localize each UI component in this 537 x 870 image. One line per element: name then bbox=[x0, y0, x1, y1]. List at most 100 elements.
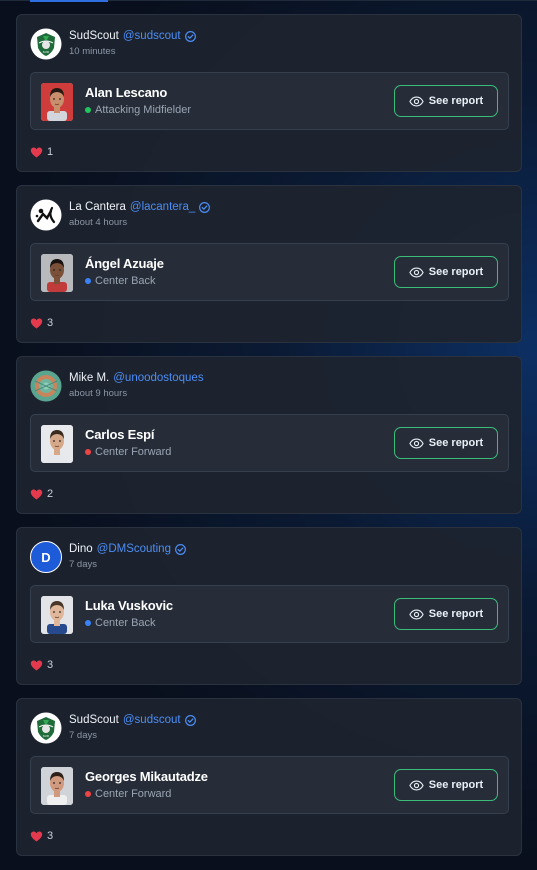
see-report-button[interactable]: See report bbox=[394, 427, 498, 459]
see-report-label: See report bbox=[428, 95, 484, 107]
position-dot-icon bbox=[85, 449, 91, 455]
see-report-button[interactable]: See report bbox=[394, 256, 498, 288]
report-card: Mike M. @unoodostoques about 9 hours Carlos… bbox=[16, 356, 522, 514]
author-line: Dino @DMScouting bbox=[69, 541, 186, 557]
position-dot-icon bbox=[85, 620, 91, 626]
player-photo bbox=[41, 425, 73, 463]
like-counter[interactable]: 3 bbox=[30, 830, 53, 842]
player-name: Carlos Espí bbox=[85, 427, 155, 442]
report-card: D Dino @DMScouting 7 days Luka Vuskovic Cente… bbox=[16, 527, 522, 685]
player-photo bbox=[41, 83, 73, 121]
author-handle[interactable]: @sudscout bbox=[123, 712, 181, 728]
position-label: Center Back bbox=[95, 275, 156, 287]
post-time: 7 days bbox=[69, 730, 97, 741]
heart-icon[interactable] bbox=[30, 660, 43, 671]
lacantera-avatar[interactable] bbox=[30, 199, 62, 231]
sudscout-avatar[interactable]: SUD bbox=[30, 712, 62, 744]
post-author: SUD SudScout @sudscout 10 minutes bbox=[30, 28, 196, 62]
author-meta: Mike M. @unoodostoques about 9 hours bbox=[69, 370, 204, 401]
position-label: Center Back bbox=[95, 617, 156, 629]
eye-icon bbox=[409, 609, 424, 620]
eye-icon bbox=[409, 267, 424, 278]
player-summary: Georges Mikautadze Center Forward See repo… bbox=[30, 756, 509, 814]
post-time: about 4 hours bbox=[69, 217, 128, 228]
player-summary: Ángel Azuaje Center Back See report bbox=[30, 243, 509, 301]
verified-badge-icon bbox=[184, 714, 196, 726]
like-counter[interactable]: 3 bbox=[30, 659, 53, 671]
author-handle[interactable]: @DMScouting bbox=[97, 541, 171, 557]
eye-icon bbox=[409, 96, 424, 107]
author-meta: SudScout @sudscout 7 days bbox=[69, 712, 196, 743]
letter-avatar[interactable]: D bbox=[30, 541, 62, 573]
like-count: 3 bbox=[47, 830, 54, 842]
like-count: 2 bbox=[47, 488, 54, 500]
position-dot-icon bbox=[85, 791, 91, 797]
author-meta: La Cantera @lacantera_ about 4 hours bbox=[69, 199, 211, 230]
position-label: Center Forward bbox=[95, 788, 172, 800]
author-line: SudScout @sudscout bbox=[69, 712, 196, 728]
heart-icon[interactable] bbox=[30, 318, 43, 329]
see-report-button[interactable]: See report bbox=[394, 769, 498, 801]
see-report-label: See report bbox=[428, 779, 484, 791]
player-name: Ángel Azuaje bbox=[85, 256, 164, 271]
author-name[interactable]: SudScout bbox=[69, 28, 119, 44]
author-name[interactable]: SudScout bbox=[69, 712, 119, 728]
post-time: 10 minutes bbox=[69, 46, 116, 57]
player-photo bbox=[41, 596, 73, 634]
author-name[interactable]: Mike M. bbox=[69, 370, 109, 386]
see-report-button[interactable]: See report bbox=[394, 85, 498, 117]
post-time: about 9 hours bbox=[69, 388, 128, 399]
player-name: Alan Lescano bbox=[85, 85, 168, 100]
post-author: D Dino @DMScouting 7 days bbox=[30, 541, 186, 575]
author-meta: Dino @DMScouting 7 days bbox=[69, 541, 186, 572]
like-count: 3 bbox=[47, 659, 54, 671]
verified-badge-icon bbox=[184, 30, 196, 42]
sudscout-avatar[interactable]: SUD bbox=[30, 28, 62, 60]
author-name[interactable]: Dino bbox=[69, 541, 93, 557]
eye-icon bbox=[409, 438, 424, 449]
report-card: SUD SudScout @sudscout 10 minutes Alan Lesca… bbox=[16, 14, 522, 172]
author-handle[interactable]: @sudscout bbox=[123, 28, 181, 44]
like-counter[interactable]: 2 bbox=[30, 488, 53, 500]
like-count: 3 bbox=[47, 317, 54, 329]
post-author: La Cantera @lacantera_ about 4 hours bbox=[30, 199, 211, 233]
author-line: SudScout @sudscout bbox=[69, 28, 196, 44]
player-position: Center Back bbox=[85, 617, 156, 629]
report-card: La Cantera @lacantera_ about 4 hours Ángel … bbox=[16, 185, 522, 343]
position-label: Center Forward bbox=[95, 446, 172, 458]
player-summary: Alan Lescano Attacking Midfielder See repo… bbox=[30, 72, 509, 130]
heart-icon[interactable] bbox=[30, 831, 43, 842]
active-tab-indicator bbox=[30, 0, 108, 2]
player-summary: Luka Vuskovic Center Back See report bbox=[30, 585, 509, 643]
see-report-label: See report bbox=[428, 608, 484, 620]
verified-badge-icon bbox=[199, 201, 211, 213]
author-handle[interactable]: @unoodostoques bbox=[113, 370, 203, 386]
heart-icon[interactable] bbox=[30, 489, 43, 500]
verified-badge-icon bbox=[175, 543, 186, 555]
see-report-button[interactable]: See report bbox=[394, 598, 498, 630]
mike-avatar[interactable] bbox=[30, 370, 62, 402]
player-summary: Carlos Espí Center Forward See report bbox=[30, 414, 509, 472]
like-count: 1 bbox=[47, 146, 54, 158]
heart-icon[interactable] bbox=[30, 147, 43, 158]
player-name: Luka Vuskovic bbox=[85, 598, 173, 613]
see-report-label: See report bbox=[428, 266, 484, 278]
post-author: SUD SudScout @sudscout 7 days bbox=[30, 712, 196, 746]
position-dot-icon bbox=[85, 278, 91, 284]
author-line: Mike M. @unoodostoques bbox=[69, 370, 204, 386]
like-counter[interactable]: 1 bbox=[30, 146, 53, 158]
svg-text:SUD: SUD bbox=[43, 50, 50, 54]
eye-icon bbox=[409, 780, 424, 791]
avatar-initial: D bbox=[41, 549, 51, 565]
player-photo bbox=[41, 767, 73, 805]
position-label: Attacking Midfielder bbox=[95, 104, 191, 116]
position-dot-icon bbox=[85, 107, 91, 113]
svg-text:SUD: SUD bbox=[43, 734, 50, 738]
player-position: Center Forward bbox=[85, 446, 171, 458]
author-name[interactable]: La Cantera bbox=[69, 199, 126, 215]
author-handle[interactable]: @lacantera_ bbox=[130, 199, 195, 215]
like-counter[interactable]: 3 bbox=[30, 317, 53, 329]
post-author: Mike M. @unoodostoques about 9 hours bbox=[30, 370, 204, 404]
player-position: Center Back bbox=[85, 275, 156, 287]
report-card: SUD SudScout @sudscout 7 days Georges Mikaut… bbox=[16, 698, 522, 856]
